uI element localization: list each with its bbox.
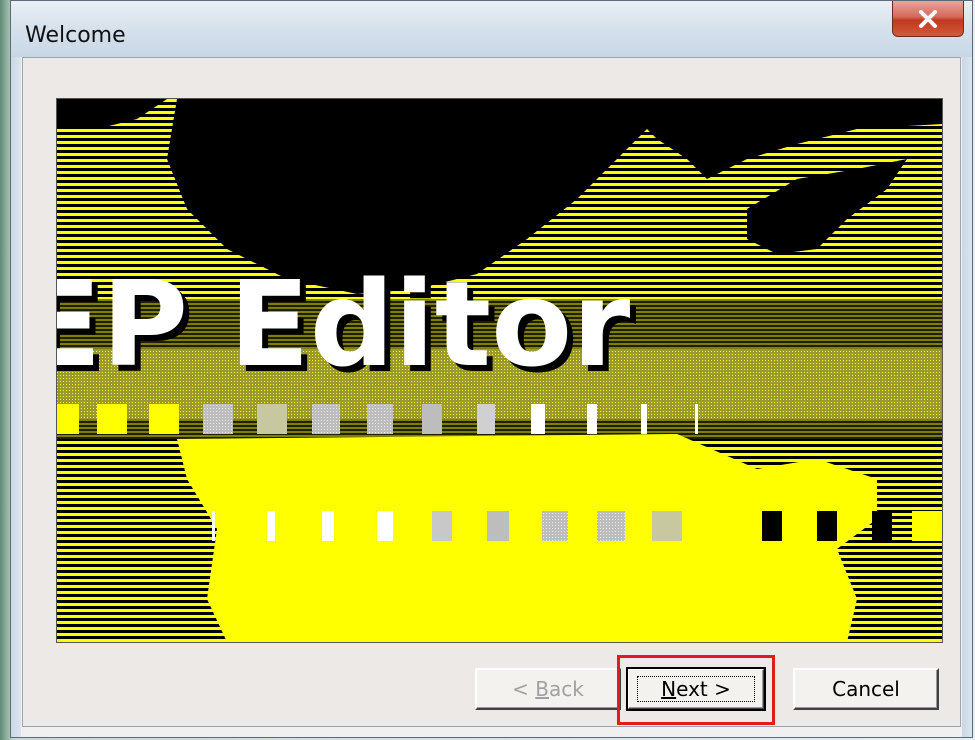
back-button[interactable]: < Back bbox=[475, 668, 621, 710]
cancel-button[interactable]: Cancel bbox=[793, 668, 939, 710]
close-button[interactable] bbox=[892, 1, 964, 37]
banner-graphic: EP Editor EP Editor bbox=[57, 99, 942, 642]
dialog-body: EP Editor EP Editor < Back Next > Cancel bbox=[22, 57, 961, 727]
title-bar[interactable]: Welcome bbox=[11, 1, 972, 57]
frame-left bbox=[11, 57, 21, 737]
window-title: Welcome bbox=[25, 23, 126, 48]
welcome-window: Welcome EP Editor EP Editor < Back Next … bbox=[10, 0, 973, 738]
banner-title: EP Editor bbox=[57, 255, 630, 393]
close-icon bbox=[919, 9, 937, 28]
frame-right bbox=[962, 57, 972, 737]
splash-banner: EP Editor EP Editor bbox=[56, 98, 943, 643]
next-button-highlight bbox=[617, 655, 775, 725]
back-label: < Back bbox=[512, 677, 584, 701]
